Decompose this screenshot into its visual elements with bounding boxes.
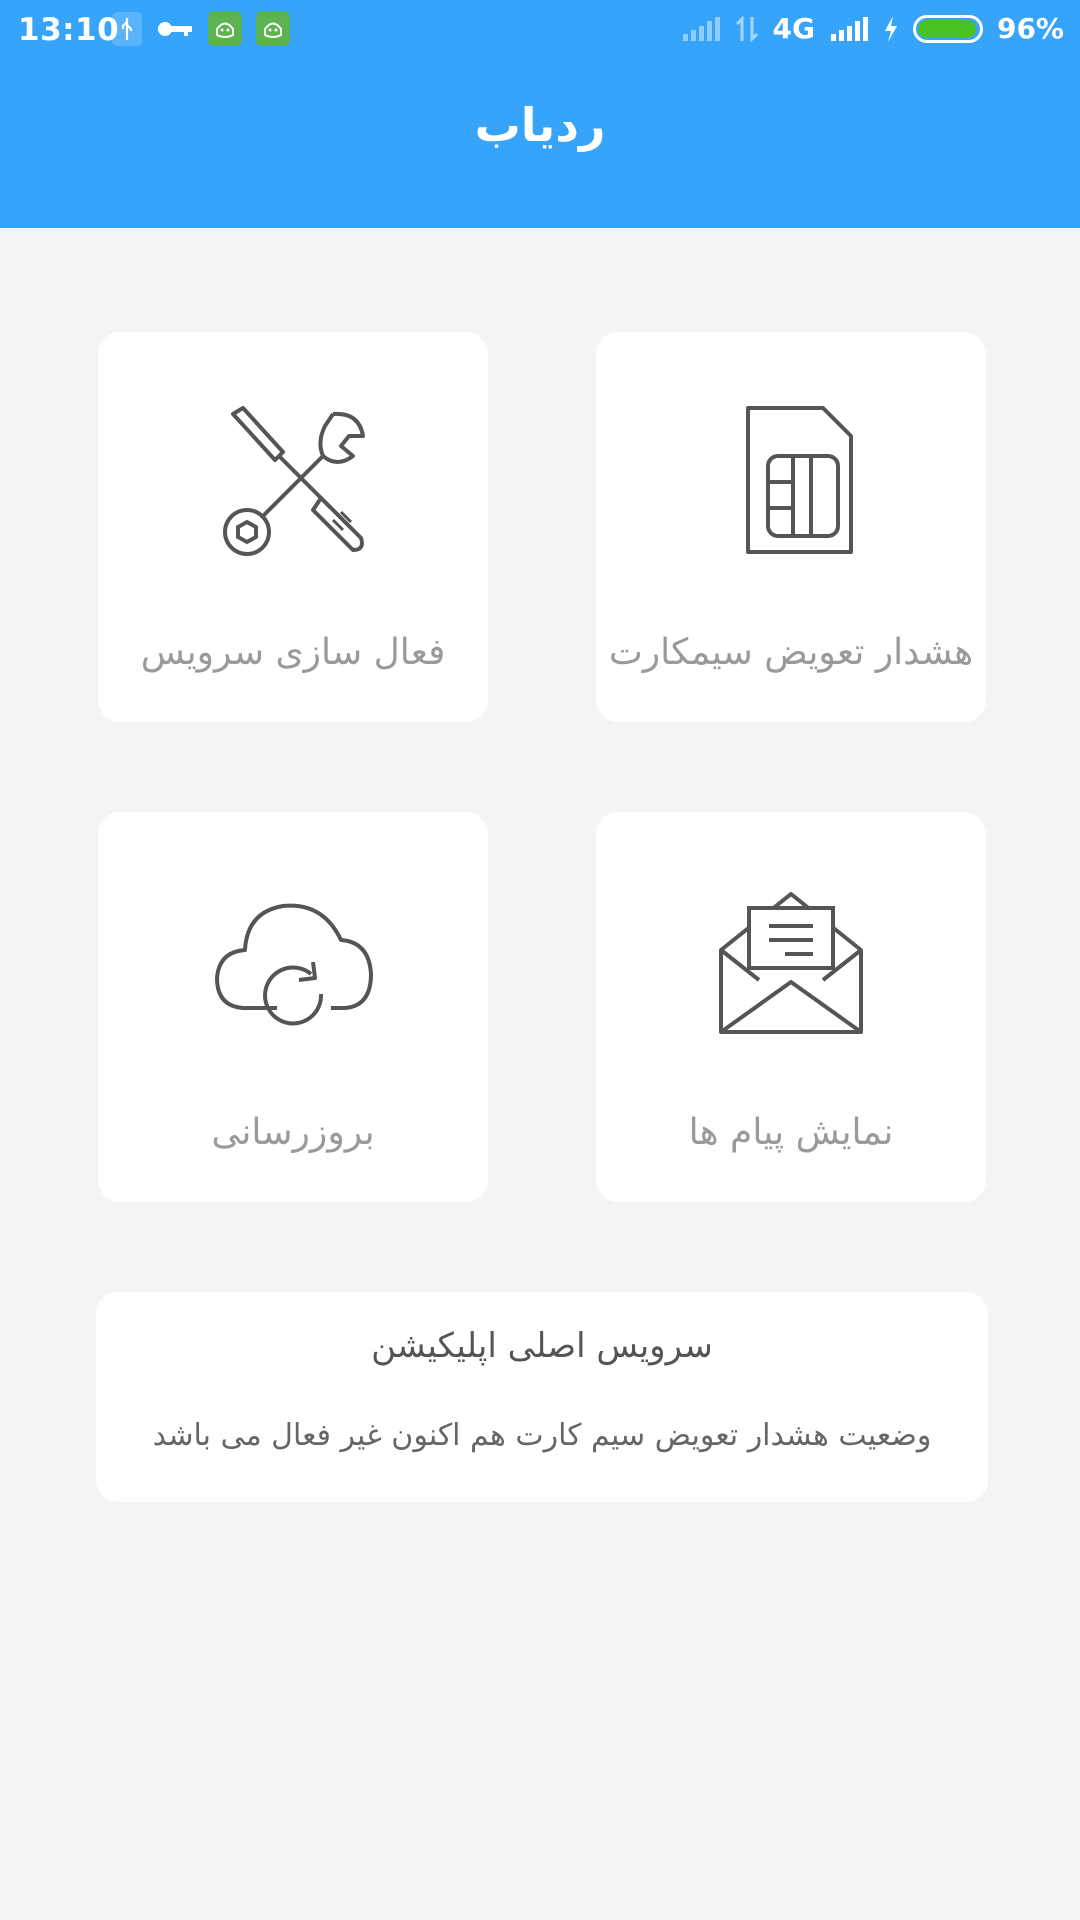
service-panel-title: سرویس اصلی اپلیکیشن (371, 1326, 713, 1366)
network-type: 4G (772, 12, 815, 45)
cloud-refresh-icon (213, 882, 373, 1042)
status-system-icons: 4G 96% (681, 12, 1064, 45)
battery-percent: 96% (996, 12, 1064, 45)
open-envelope-icon (711, 882, 871, 1042)
status-bar: 13:10 4G 96% (0, 0, 1080, 60)
tools-icon (213, 402, 373, 562)
key-icon (156, 18, 194, 40)
card-label: بروزرسانی (211, 1112, 375, 1153)
activate-service-card[interactable]: فعال سازی سرویس (98, 332, 488, 722)
app-title: ردیاب (474, 98, 606, 152)
sim-change-alert-card[interactable]: هشدار تعویض سیمکارت (596, 332, 986, 722)
data-arrows-icon (735, 14, 759, 43)
battery-icon (912, 14, 983, 43)
signal-icon (681, 16, 721, 42)
service-status-text: وضعیت هشدار تعویض سیم کارت هم اکنون غیر … (152, 1418, 932, 1453)
show-messages-card[interactable]: نمایش پیام ها (596, 812, 986, 1202)
status-notification-icons (112, 12, 290, 46)
main-service-panel: سرویس اصلی اپلیکیشن وضعیت هشدار تعویض سی… (96, 1292, 988, 1502)
update-card[interactable]: بروزرسانی (98, 812, 488, 1202)
signal-icon (829, 16, 869, 42)
sim-card-icon (711, 402, 871, 562)
card-label: نمایش پیام ها (688, 1112, 894, 1153)
card-label: فعال سازی سرویس (140, 632, 446, 673)
usb-icon (112, 12, 142, 46)
card-label: هشدار تعویض سیمکارت (608, 632, 974, 673)
android-icon (256, 12, 290, 46)
charging-icon (883, 15, 899, 43)
status-time: 13:10 (18, 12, 120, 48)
android-icon (208, 12, 242, 46)
app-bar: 13:10 4G 96% ردیاب (0, 0, 1080, 228)
battery-level (917, 19, 976, 38)
